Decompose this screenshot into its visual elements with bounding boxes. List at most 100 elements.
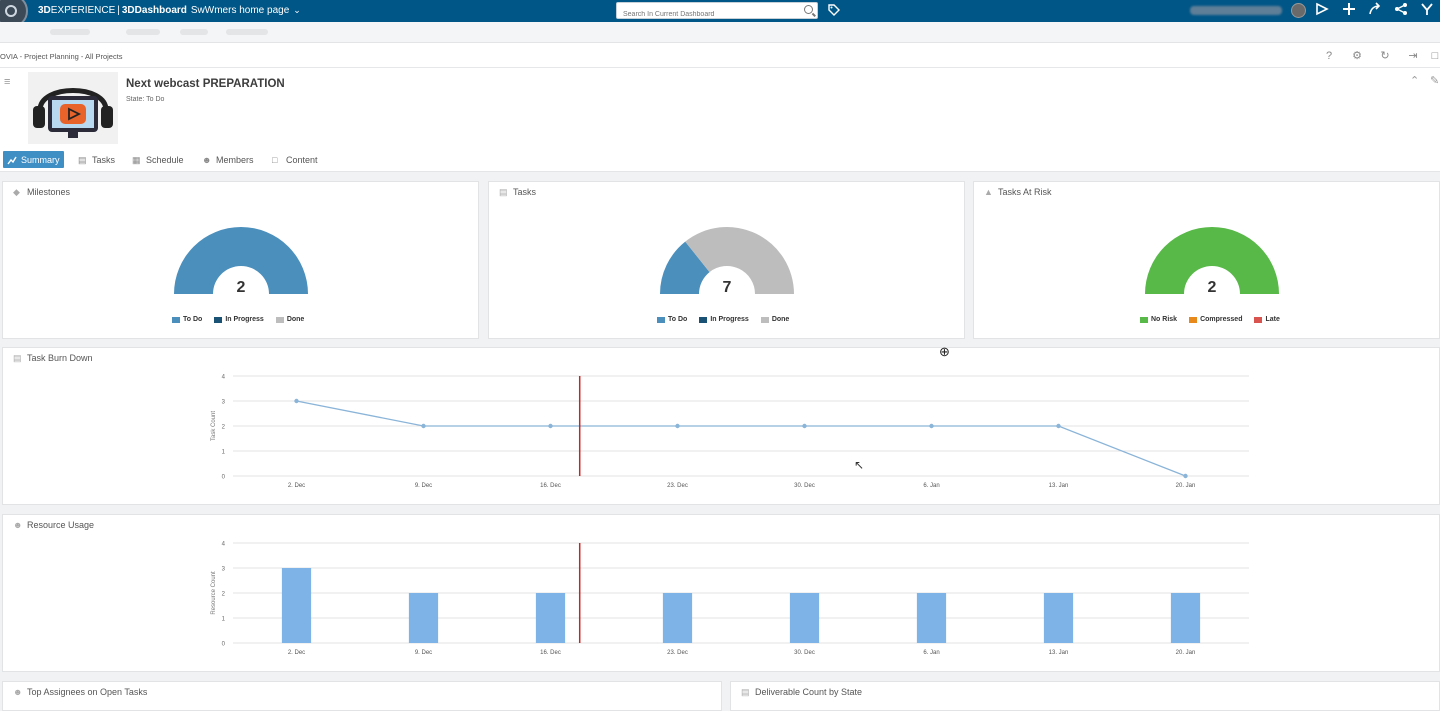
widget-header: OVIA - Project Planning - All Projects ?… bbox=[0, 43, 1440, 68]
gear-icon[interactable]: ⚙ bbox=[1350, 49, 1364, 63]
search-box[interactable] bbox=[616, 2, 818, 22]
legend: To Do In Progress Done bbox=[172, 316, 304, 323]
edit-icon[interactable]: ✎ bbox=[1430, 74, 1439, 87]
tab-members[interactable]: ☻ Members bbox=[198, 151, 258, 168]
legend-item[interactable]: Done bbox=[275, 316, 304, 323]
data-point[interactable] bbox=[294, 398, 299, 404]
calendar-icon: ▦ bbox=[132, 154, 141, 165]
legend-item[interactable]: To Do bbox=[657, 316, 687, 323]
search-icon[interactable] bbox=[804, 5, 813, 14]
data-point[interactable] bbox=[929, 423, 934, 429]
resource-chart: 0 1 2 3 4 Resource Count 2. Dec 9. Dec 16. Dec 23… bbox=[211, 542, 1249, 656]
help-icon[interactable]: ? bbox=[1322, 49, 1336, 63]
share-arrow-icon[interactable] bbox=[1367, 2, 1383, 20]
data-point[interactable] bbox=[802, 423, 807, 429]
y-tick-label: 1 bbox=[222, 450, 226, 456]
burndown-card: ▤ Task Burn Down 0 1 2 3 4 Task Count 2. Dec 9. … bbox=[2, 344, 1440, 505]
bar[interactable] bbox=[789, 593, 820, 643]
maximize-icon[interactable]: □ bbox=[1428, 49, 1440, 63]
user-name[interactable] bbox=[1190, 6, 1282, 15]
tab-label: Content bbox=[286, 154, 318, 165]
sign-in-icon[interactable]: ⇥ bbox=[1406, 49, 1420, 63]
x-tick-label: 9. Dec bbox=[415, 483, 432, 489]
side-panel-icon[interactable]: ≡ bbox=[4, 76, 10, 88]
legend-item[interactable]: Late bbox=[1254, 316, 1280, 323]
bar[interactable] bbox=[1043, 593, 1074, 643]
tasks-at-risk-card: ▲ Tasks At Risk 2 No Risk Compressed Late bbox=[973, 181, 1440, 339]
legend-swatch bbox=[172, 316, 180, 323]
mouse-cursor-icon: ↖ bbox=[854, 458, 865, 472]
gauge-total: 2 bbox=[237, 279, 246, 296]
legend-item[interactable]: Done bbox=[760, 316, 789, 323]
legend-swatch bbox=[1140, 316, 1148, 323]
dashboard-tab[interactable] bbox=[180, 29, 208, 35]
top-assignees-card: ☻ Top Assignees on Open Tasks bbox=[2, 681, 722, 711]
deliverable-count-card: ▤ Deliverable Count by State bbox=[730, 681, 1440, 711]
x-tick-label: 9. Dec bbox=[415, 650, 432, 656]
tab-label: Members bbox=[216, 154, 254, 165]
legend-item[interactable]: In Progress bbox=[699, 316, 749, 323]
x-tick-label: 16. Dec bbox=[540, 483, 561, 489]
legend-item[interactable]: Compressed bbox=[1189, 316, 1242, 323]
dashboard-tab[interactable] bbox=[126, 29, 160, 35]
data-point[interactable] bbox=[421, 423, 426, 429]
y-tick-label: 4 bbox=[222, 375, 226, 381]
bar[interactable] bbox=[916, 593, 947, 643]
legend-swatch bbox=[1254, 316, 1263, 323]
gauge-total: 7 bbox=[723, 279, 732, 296]
milestones-card: ◆ Milestones 2 To Do In Progress Done bbox=[2, 181, 479, 339]
legend-swatch bbox=[657, 316, 665, 323]
refresh-icon[interactable]: ↻ bbox=[1378, 49, 1392, 63]
compass-tag-icon[interactable] bbox=[1314, 2, 1330, 20]
tools-icon[interactable] bbox=[1419, 2, 1435, 20]
tab-summary[interactable]: Summary bbox=[3, 151, 64, 168]
avatar[interactable] bbox=[1291, 3, 1306, 18]
bar[interactable] bbox=[662, 593, 693, 643]
x-tick-label: 13. Jan bbox=[1049, 650, 1069, 656]
x-tick-label: 23. Dec bbox=[667, 483, 688, 489]
tag-icon[interactable] bbox=[828, 4, 840, 16]
legend-item[interactable]: In Progress bbox=[214, 316, 264, 323]
x-tick-label: 20. Jan bbox=[1176, 483, 1196, 489]
document-icon: □ bbox=[272, 154, 278, 165]
bar[interactable] bbox=[535, 593, 566, 643]
data-point[interactable] bbox=[1183, 473, 1188, 479]
x-tick-label: 16. Dec bbox=[540, 650, 561, 656]
project-thumbnail bbox=[28, 72, 118, 144]
data-point[interactable] bbox=[1056, 423, 1061, 429]
dashboard-name[interactable]: SwWmers home page bbox=[191, 5, 289, 16]
brand-title: 3DEXPERIENCE | 3DDashboard SwWmers home pag… bbox=[38, 5, 301, 16]
tab-schedule[interactable]: ▦ Schedule bbox=[128, 151, 188, 168]
clipboard-icon: ▤ bbox=[78, 154, 87, 165]
bar[interactable] bbox=[281, 568, 312, 643]
burndown-chart: 0 1 2 3 4 Task Count 2. Dec 9. Dec 16. Dec 23. De… bbox=[211, 375, 1249, 489]
add-icon[interactable] bbox=[1341, 2, 1357, 20]
data-point[interactable] bbox=[548, 423, 553, 429]
y-tick-label: 3 bbox=[222, 567, 226, 573]
tab-tasks[interactable]: ▤ Tasks bbox=[74, 151, 119, 168]
x-tick-label: 2. Dec bbox=[288, 650, 305, 656]
legend-item[interactable]: No Risk bbox=[1140, 316, 1177, 323]
x-tick-label: 20. Jan bbox=[1176, 650, 1196, 656]
search-input[interactable] bbox=[617, 7, 797, 22]
series-line bbox=[296, 400, 1186, 477]
y-tick-label: 3 bbox=[222, 400, 226, 406]
chevron-up-icon[interactable]: ⌃ bbox=[1410, 74, 1419, 87]
x-tick-label: 2. Dec bbox=[288, 483, 305, 489]
zoom-cursor-icon: ⊕ bbox=[939, 344, 950, 359]
dashboard-tab[interactable] bbox=[50, 29, 90, 35]
legend-swatch bbox=[214, 316, 223, 323]
legend-item[interactable]: To Do bbox=[172, 316, 202, 323]
bar[interactable] bbox=[1170, 593, 1201, 643]
breadcrumb: OVIA - Project Planning - All Projects bbox=[0, 52, 123, 61]
legend-swatch bbox=[275, 316, 284, 323]
gauge-slice[interactable] bbox=[685, 227, 794, 294]
dashboard-tab[interactable] bbox=[226, 29, 268, 35]
chevron-down-icon[interactable]: ⌄ bbox=[293, 5, 301, 15]
y-axis-label: Task Count bbox=[211, 411, 217, 441]
bar[interactable] bbox=[408, 593, 439, 643]
project-title: Next webcast PREPARATION bbox=[126, 78, 285, 90]
share-icon[interactable] bbox=[1393, 2, 1409, 20]
data-point[interactable] bbox=[675, 423, 680, 429]
tab-content[interactable]: □ Content bbox=[268, 151, 322, 168]
